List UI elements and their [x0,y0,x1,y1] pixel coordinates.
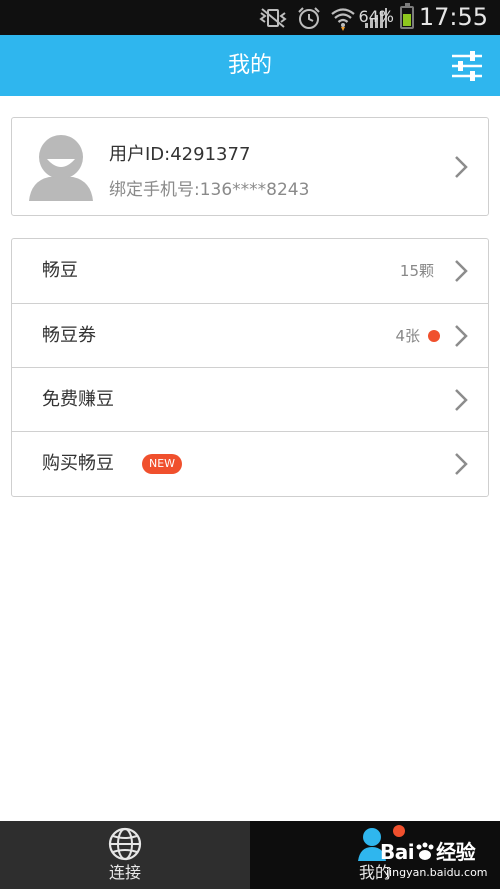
tab-connect-label: 连接 [108,863,141,882]
coupon-count: 4张 [395,327,420,345]
new-badge: NEW [142,454,183,474]
chevron-right-icon [455,156,468,178]
chevron-right-icon [455,453,468,475]
menu-list: 畅豆 15颗 畅豆券 4张 免费赚豆 购买畅豆 NEW [11,238,489,497]
menu-item-changdou[interactable]: 畅豆 15颗 [12,239,488,303]
bound-phone: 绑定手机号:136****8243 [109,180,310,200]
baidu-jingyan-watermark: Bai 经验 jingyan.baidu.com [380,836,500,886]
menu-item-buy[interactable]: 购买畅豆 NEW [12,431,488,495]
clock: 17:55 [418,3,488,31]
menu-item-label: 购买畅豆 [42,453,114,474]
default-avatar-icon [29,135,93,201]
battery-icon [400,3,414,29]
menu-item-label: 畅豆券 [42,325,96,346]
menu-item-coupon[interactable]: 畅豆券 4张 [12,303,488,367]
status-bar: 64% 17:55 [0,0,500,35]
watermark-brand-left: Bai [380,840,415,864]
watermark-url: jingyan.baidu.com [386,866,488,879]
chevron-right-icon [455,260,468,282]
mute-vibrate-icon [259,8,287,28]
wifi-icon [331,8,355,31]
profile-card[interactable]: 用户ID:4291377 绑定手机号:136****8243 [11,117,489,216]
menu-item-label: 免费赚豆 [42,389,114,410]
notification-dot [428,330,440,342]
chevron-right-icon [455,389,468,411]
changdou-count: 15颗 [399,262,434,280]
battery-percent: 64% [358,7,394,26]
watermark-brand-right: 经验 [436,840,476,864]
chevron-right-icon [455,325,468,347]
watermark-brand: Bai 经验 [380,836,476,865]
paw-icon [416,842,434,860]
page-title: 我的 [227,53,272,78]
battery-level [403,13,411,26]
title-bar: 我的 [0,35,500,96]
sliders-icon[interactable] [450,49,484,83]
globe-icon [108,827,142,861]
alarm-icon [298,7,320,29]
user-id: 用户ID:4291377 [109,144,251,165]
menu-item-label: 畅豆 [42,260,78,281]
tab-connect[interactable]: 连接 [0,821,250,889]
menu-item-earn-free[interactable]: 免费赚豆 [12,367,488,431]
